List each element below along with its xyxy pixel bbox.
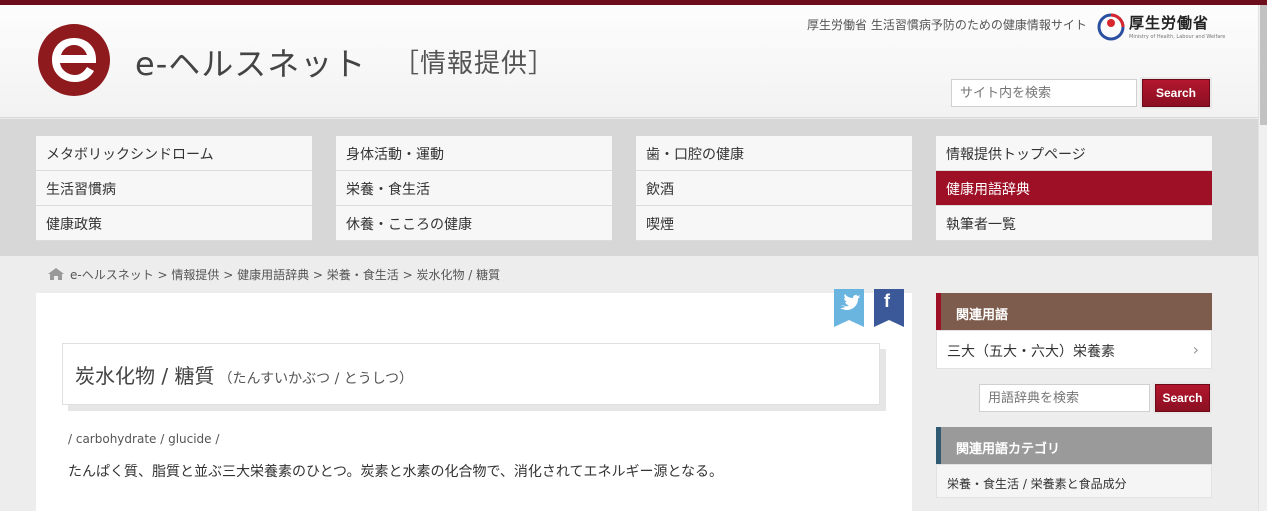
nav-item-smoking[interactable]: 喫煙 [636,206,912,241]
nav-item-lifestyle-disease[interactable]: 生活習慣病 [36,171,312,206]
nav-item-oral-health[interactable]: 歯・口腔の健康 [636,136,912,171]
term-english: / carbohydrate / glucide / [68,432,220,446]
twitter-share-icon[interactable] [834,289,864,327]
ministry-name: 厚生労働省 [1129,14,1210,32]
ministry-logo[interactable]: 厚生労働省 Ministry of Health, Labour and Wel… [1096,10,1225,44]
breadcrumb-trail[interactable]: e-ヘルスネット > 情報提供 > 健康用語辞典 > 栄養・食生活 > 炭水化物… [70,268,500,282]
breadcrumb: e-ヘルスネット > 情報提供 > 健康用語辞典 > 栄養・食生活 > 炭水化物… [48,266,500,283]
related-term-label: 三大（五大・六大）栄養素 [947,344,1115,360]
facebook-share-icon[interactable]: f [874,289,904,327]
home-icon[interactable] [48,268,64,280]
nav-column-4: 情報提供トップページ 健康用語辞典 執筆者一覧 [936,136,1212,241]
nav-item-alcohol[interactable]: 飲酒 [636,171,912,206]
chevron-right-icon: › [1192,340,1199,359]
scrollbar-thumb[interactable] [1260,5,1267,125]
e-healthnet-logo-icon[interactable] [38,24,110,96]
nav-column-1: メタボリックシンドローム 生活習慣病 健康政策 [36,136,312,241]
site-title[interactable]: e-ヘルスネット [135,39,366,85]
nav-item-info-top[interactable]: 情報提供トップページ [936,136,1212,171]
glossary-search-button[interactable]: Search [1155,384,1210,412]
nav-item-metabolic[interactable]: メタボリックシンドローム [36,136,312,171]
nav-item-rest-mind[interactable]: 休養・こころの健康 [336,206,612,241]
nav-item-exercise[interactable]: 身体活動・運動 [336,136,612,171]
term-heading-box: 炭水化物 / 糖質 （たんすいかぶつ / とうしつ） [62,343,880,405]
facebook-letter: f [884,291,890,311]
nav-item-glossary[interactable]: 健康用語辞典 [936,171,1212,206]
term-reading: （たんすいかぶつ / とうしつ） [218,371,413,387]
nav-item-nutrition[interactable]: 栄養・食生活 [336,171,612,206]
related-terms-heading: 関連用語 [936,293,1212,330]
nav-column-3: 歯・口腔の健康 飲酒 喫煙 [636,136,912,241]
related-category-heading: 関連用語カテゴリ [936,427,1212,464]
ministry-emblem-icon [1097,13,1125,41]
ministry-tagline[interactable]: 厚生労働省 生活習慣病予防のための健康情報サイト [807,16,1087,33]
site-tag: ［情報提供］ [393,49,556,79]
scrollbar[interactable] [1258,5,1267,511]
site-search-input[interactable] [951,79,1137,107]
related-term-link[interactable]: 三大（五大・六大）栄養素 › [936,330,1212,369]
term-name: 炭水化物 / 糖質 [75,364,215,388]
glossary-search-input[interactable] [979,384,1150,412]
term-title: 炭水化物 / 糖質 （たんすいかぶつ / とうしつ） [75,360,413,389]
site-search-button[interactable]: Search [1142,79,1210,107]
term-description: たんぱく質、脂質と並ぶ三大栄養素のひとつ。炭素と水素の化合物で、消化されてエネル… [68,464,724,480]
nav-item-health-policy[interactable]: 健康政策 [36,206,312,241]
nav-item-authors[interactable]: 執筆者一覧 [936,206,1212,241]
ministry-name-en: Ministry of Health, Labour and Welfare [1129,34,1226,40]
nav-column-2: 身体活動・運動 栄養・食生活 休養・こころの健康 [336,136,612,241]
related-category-link[interactable]: 栄養・食生活 / 栄養素と食品成分 [936,464,1212,498]
